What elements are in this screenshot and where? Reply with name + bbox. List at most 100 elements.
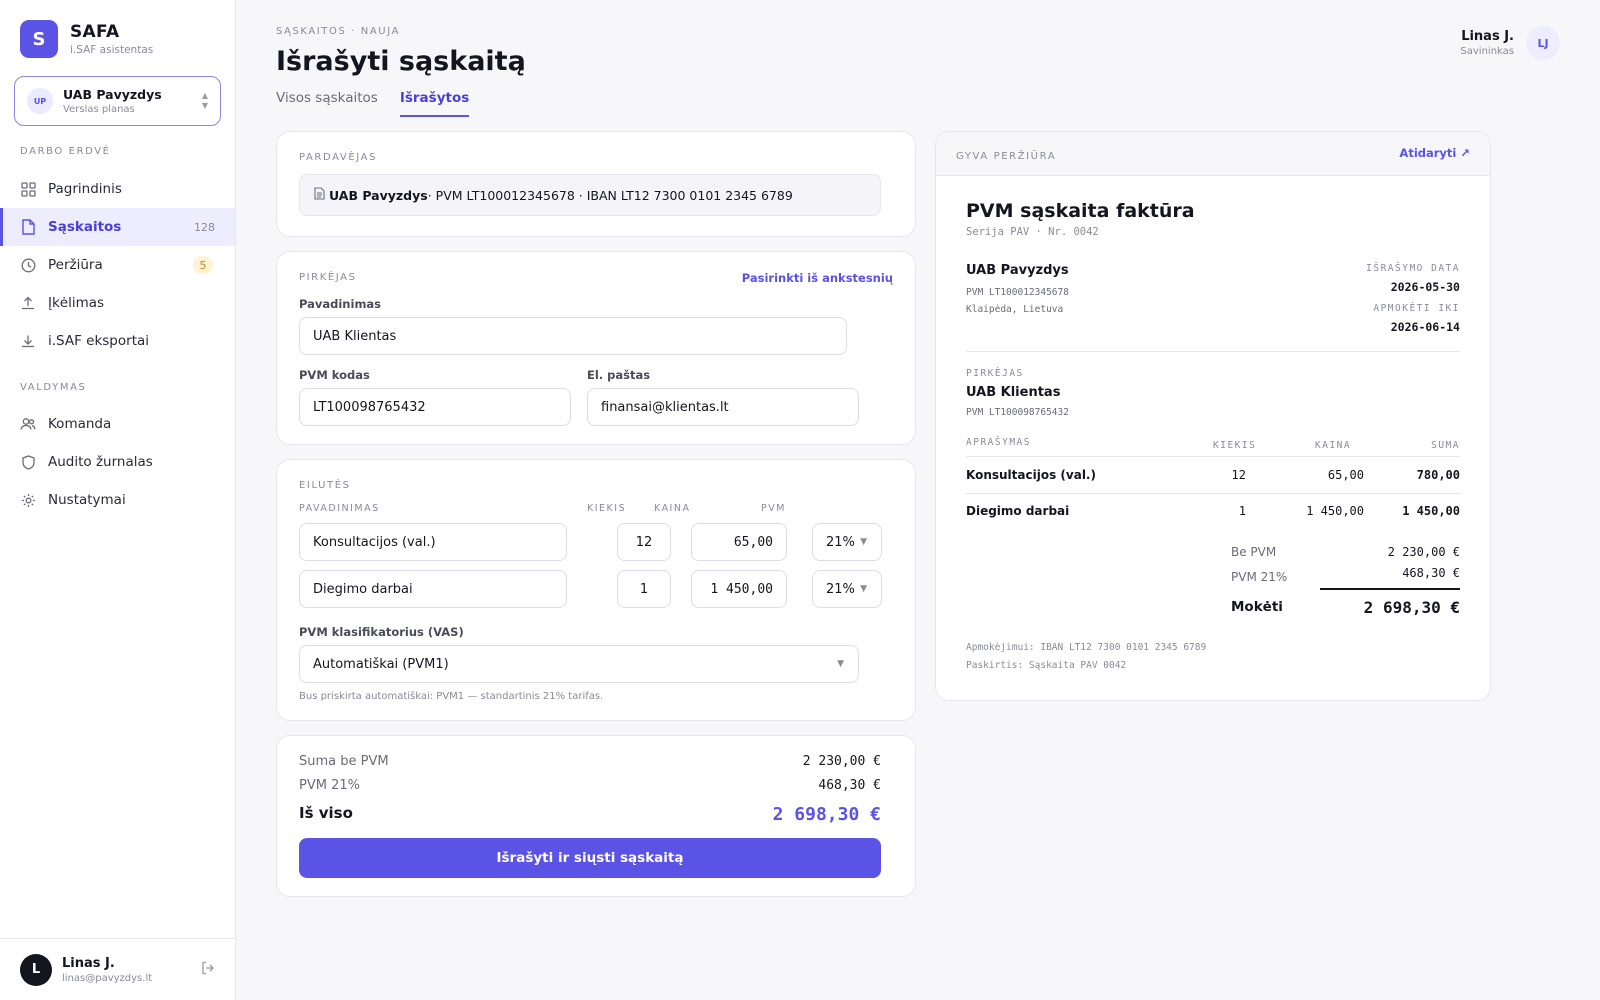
preview-net-label: Be PVM xyxy=(1231,545,1277,559)
sidebar-item-exports[interactable]: i.SAF eksportai xyxy=(0,322,235,360)
preview-col-price: KAINA xyxy=(1315,440,1352,451)
line-qty-input[interactable]: 12 xyxy=(617,523,671,561)
preview-row-sum: 1 450,00 xyxy=(1402,504,1460,518)
brand[interactable]: S SAFA i.SAF asistentas xyxy=(20,20,153,58)
net-total-value: 2 230,00 € xyxy=(802,754,881,769)
divider xyxy=(966,351,1460,352)
nav-section-workspace: DARBO ERDVĖ xyxy=(20,146,111,157)
document-icon xyxy=(314,187,325,203)
preview-label: GYVA PERŽIŪRA xyxy=(956,151,1057,162)
chevron-down-icon: ▼ xyxy=(860,537,867,547)
buyer-vat-input[interactable]: LT100098765432 xyxy=(299,388,571,426)
preview-row-sum: 780,00 xyxy=(1416,468,1460,482)
vat-total-row: PVM 21% 468,30 € xyxy=(299,778,881,793)
upload-icon xyxy=(20,295,36,311)
nav-section-admin: VALDYMAS xyxy=(20,382,87,393)
shield-icon xyxy=(20,454,36,470)
buyer-card: PIRKĖJAS Pasirinkti iš ankstesnių Pavadi… xyxy=(276,251,916,445)
line-vat-select[interactable]: 21% ▼ xyxy=(812,523,882,561)
user-name: Linas J. xyxy=(62,955,115,971)
due-date-label: APMOKĖTI IKI xyxy=(1373,303,1460,314)
line-price-input[interactable]: 1 450,00 xyxy=(691,570,787,608)
column-price: KAINA xyxy=(654,503,691,514)
invoice-series: Serija PAV · Nr. 0042 xyxy=(966,226,1099,238)
workspace-name: UAB Pavyzdys xyxy=(63,87,162,102)
vat-total-value: 468,30 € xyxy=(818,778,881,793)
sidebar-item-label: Audito žurnalas xyxy=(48,454,153,470)
workspace-switcher[interactable]: UP UAB Pavyzdys Verslas planas ▲ ▼ xyxy=(14,76,221,126)
sidebar-item-label: i.SAF eksportai xyxy=(48,333,150,349)
buyer-email-input[interactable]: finansai@klientas.lt xyxy=(587,388,859,426)
lines-section-label: EILUTĖS xyxy=(299,480,351,491)
sidebar-item-team[interactable]: Komanda xyxy=(0,405,235,443)
vat-classifier-hint: Bus priskirta automatiškai: PVM1 — stand… xyxy=(299,691,604,702)
invoice-title: PVM sąskaita faktūra xyxy=(966,200,1195,222)
pick-previous-link[interactable]: Pasirinkti iš ankstesnių xyxy=(742,271,893,285)
sidebar-item-home[interactable]: Pagrindinis xyxy=(0,170,235,208)
vat-classifier-select[interactable]: Automatiškai (PVM1) ▼ xyxy=(299,645,859,683)
sidebar-item-settings[interactable]: Nustatymai xyxy=(0,481,235,519)
divider xyxy=(966,493,1460,494)
buyer-vat-label: PVM kodas xyxy=(299,368,370,382)
buyer-section-label: PIRKĖJAS xyxy=(299,272,357,283)
buyer-name-label: Pavadinimas xyxy=(299,297,382,311)
preview-col-sum: SUMA xyxy=(1431,440,1460,451)
grid-icon xyxy=(20,181,36,197)
open-preview-link[interactable]: Atidaryti ↗ xyxy=(1399,146,1470,160)
chevron-down-icon: ▼ xyxy=(860,584,867,594)
buyer-name-input[interactable]: UAB Klientas xyxy=(299,317,847,355)
user-email: linas@pavyzdys.lt xyxy=(62,972,153,984)
preview-pay-label: Mokėti xyxy=(1231,599,1283,615)
review-badge: 5 xyxy=(193,256,213,274)
avatar: L xyxy=(20,953,52,986)
preview-note-purpose: Paskirtis: Sąskaita PAV 0042 xyxy=(966,660,1127,671)
line-price-input[interactable]: 65,00 xyxy=(691,523,787,561)
preview-vat-label: PVM 21% xyxy=(1231,570,1288,584)
vat-classifier-label: PVM klasifikatorius (VAS) xyxy=(299,625,464,639)
preview-seller-name: UAB Pavyzdys xyxy=(966,263,1069,278)
preview-vat-value: 468,30 € xyxy=(1402,566,1460,580)
sidebar-user: L Linas J. linas@pavyzdys.lt xyxy=(0,938,235,1000)
breadcrumb: SĄSKAITOS · NAUJA xyxy=(276,26,401,37)
vat-total-label: PVM 21% xyxy=(299,778,360,793)
preview-pay-value: 2 698,30 € xyxy=(1363,598,1460,617)
sidebar-item-audit-log[interactable]: Audito žurnalas xyxy=(0,443,235,481)
preview-row-desc: Konsultacijos (val.) xyxy=(966,468,1096,482)
gear-icon xyxy=(20,492,36,508)
preview-buyer-name: UAB Klientas xyxy=(966,385,1061,400)
page-title: Išrašyti sąskaitą xyxy=(276,46,526,77)
grand-total-label: Iš viso xyxy=(299,804,353,822)
logout-icon[interactable] xyxy=(201,961,215,979)
preview-buyer-vat: PVM LT100098765432 xyxy=(966,407,1069,418)
totals-card: Suma be PVM 2 230,00 € PVM 21% 468,30 € … xyxy=(276,735,916,897)
header-user[interactable]: Linas J. Savininkas LJ xyxy=(1460,26,1560,60)
sidebar-item-invoices[interactable]: Sąskaitos 128 xyxy=(0,208,235,246)
line-vat-select[interactable]: 21% ▼ xyxy=(812,570,882,608)
brand-name: SAFA xyxy=(70,22,120,42)
issue-date-label: IŠRAŠYMO DATA xyxy=(1366,263,1460,274)
line-name-input[interactable]: Konsultacijos (val.) xyxy=(299,523,567,561)
line-name-input[interactable]: Diegimo darbai xyxy=(299,570,567,608)
issue-and-send-button[interactable]: Išrašyti ir siųsti sąskaitą xyxy=(299,838,881,878)
issue-date: 2026-05-30 xyxy=(1390,280,1460,294)
tab-bar: Visos sąskaitos Išrašytos xyxy=(276,90,491,117)
preview-row-desc: Diegimo darbai xyxy=(966,504,1070,518)
preview-row-qty: 1 xyxy=(1238,504,1246,518)
vat-classifier-value: Automatiškai (PVM1) xyxy=(313,656,449,672)
preview-seller-city: Klaipėda, Lietuva xyxy=(966,304,1064,315)
line-vat-value: 21% xyxy=(826,534,855,550)
sidebar-item-label: Sąskaitos xyxy=(48,219,122,235)
grand-total-value: 2 698,30 € xyxy=(772,804,881,825)
sidebar-item-review[interactable]: Peržiūra 5 xyxy=(0,246,235,284)
column-qty: KIEKIS xyxy=(587,503,627,514)
tab-all-invoices[interactable]: Visos sąskaitos xyxy=(276,90,378,117)
preview-row-price: 1 450,00 xyxy=(1306,504,1364,518)
divider xyxy=(1320,588,1460,590)
line-qty-input[interactable]: 1 xyxy=(617,570,671,608)
sidebar-item-upload[interactable]: Įkėlimas xyxy=(0,284,235,322)
avatar: LJ xyxy=(1526,26,1560,60)
preview-header: GYVA PERŽIŪRA Atidaryti ↗ xyxy=(936,132,1490,176)
column-vat: PVM xyxy=(761,503,786,514)
tab-issued[interactable]: Išrašytos xyxy=(399,90,470,117)
seller-card: PARDAVĖJAS UAB Pavyzdys · PVM LT10001234… xyxy=(276,131,916,237)
